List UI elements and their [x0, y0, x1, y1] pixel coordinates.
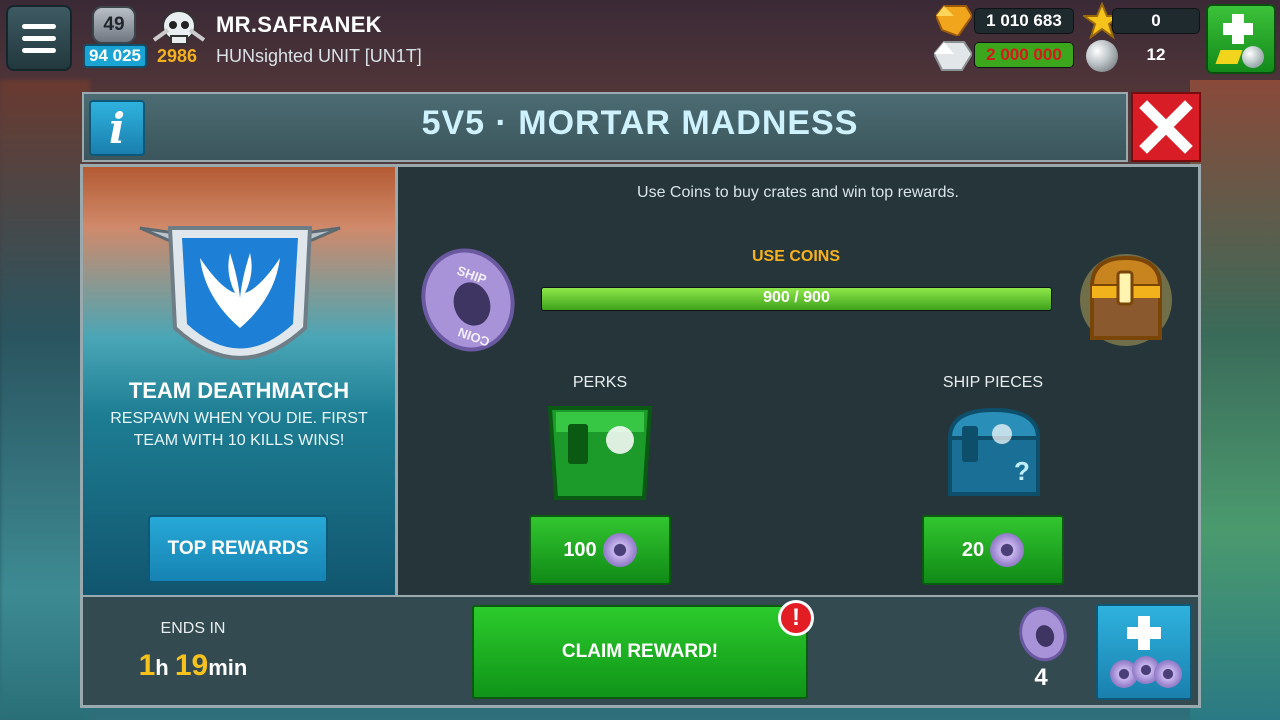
coin-progress-text: 900 / 900 [763, 289, 830, 306]
add-coins-button[interactable] [1096, 604, 1192, 700]
mode-title: TEAM DEATHMATCH [128, 378, 350, 403]
timer-minutes-unit: min [208, 655, 248, 680]
perks-label: PERKS [572, 374, 628, 391]
shop-plus-icon-bar [1223, 23, 1253, 35]
mode-description-line: TEAM WITH 10 KILLS WINS! [133, 432, 345, 449]
silver-counter: 2 000 000 [974, 42, 1074, 68]
silver-icon [934, 41, 972, 71]
gold-chest-icon[interactable] [1078, 252, 1174, 348]
background-right [1190, 80, 1280, 720]
top-rewards-button[interactable]: TOP REWARDS [148, 515, 328, 583]
question-mark: ? [1014, 456, 1030, 486]
player-name[interactable]: MR.SAFRANEK [216, 12, 382, 38]
ship-coin-icon [1154, 660, 1182, 688]
xp-counter: 94 025 [83, 44, 147, 68]
menu-icon-bar [22, 23, 56, 29]
timer-hours: 1 [138, 649, 156, 682]
mode-description: RESPAWN WHEN YOU DIE. FIRST TEAM WITH 10… [100, 408, 378, 452]
timer-minutes: 19 [174, 649, 209, 682]
alert-icon: ! [778, 600, 814, 636]
blue-chest-icon[interactable]: ? [944, 406, 1044, 498]
background-left [0, 80, 90, 720]
star-counter: 0 [1112, 8, 1200, 34]
ship-coin-icon: SHIP COIN [421, 248, 515, 352]
countdown-timer: 1h 19min [120, 649, 266, 683]
menu-button[interactable] [6, 5, 72, 71]
ship-coin-icon [602, 533, 637, 567]
shop-pearl-icon [1242, 46, 1264, 68]
ends-in-label: ENDS IN [160, 620, 226, 637]
gold-gem-icon [936, 5, 972, 36]
wing-shield-icon [139, 226, 341, 360]
info-icon[interactable]: i [89, 100, 145, 156]
menu-icon-bar [22, 47, 56, 53]
ship-coin-icon [1019, 606, 1067, 662]
claim-reward-button[interactable]: CLAIM REWARD! [472, 605, 808, 699]
gold-counter: 1 010 683 [974, 8, 1074, 34]
perks-price: 100 [563, 538, 597, 561]
hint-text: Use Coins to buy crates and win top rewa… [637, 184, 959, 201]
shop-plus-button[interactable] [1206, 4, 1276, 74]
buy-perks-button[interactable]: 100 [529, 515, 671, 585]
ship-coin-icon [990, 533, 1025, 567]
skull-icon [152, 10, 206, 45]
green-chest-icon[interactable] [546, 402, 654, 502]
pearl-counter: 12 [1146, 45, 1166, 64]
plus-coins-icon-bar [1127, 627, 1161, 639]
event-title: 5V5 · MORTAR MADNESS [421, 104, 859, 142]
coin-count: 4 [1034, 664, 1048, 691]
close-icon [1139, 100, 1193, 154]
mode-description-line: RESPAWN WHEN YOU DIE. FIRST [110, 410, 368, 427]
timer-hours-unit: h [155, 655, 169, 680]
buy-ship-pieces-button[interactable]: 20 [922, 515, 1064, 585]
menu-icon-bar [22, 35, 56, 41]
close-button[interactable] [1131, 92, 1201, 162]
use-coins-label: USE COINS [751, 248, 840, 265]
rank-points: 2986 [157, 46, 198, 66]
shop-currency-icon [1215, 50, 1243, 64]
ship-pieces-price: 20 [961, 538, 985, 561]
crate-area [398, 167, 1198, 595]
level-badge[interactable]: 49 [92, 6, 136, 44]
clan-name[interactable]: HUNsighted UNIT [UN1T] [216, 46, 422, 67]
ship-pieces-label: SHIP PIECES [942, 374, 1044, 391]
